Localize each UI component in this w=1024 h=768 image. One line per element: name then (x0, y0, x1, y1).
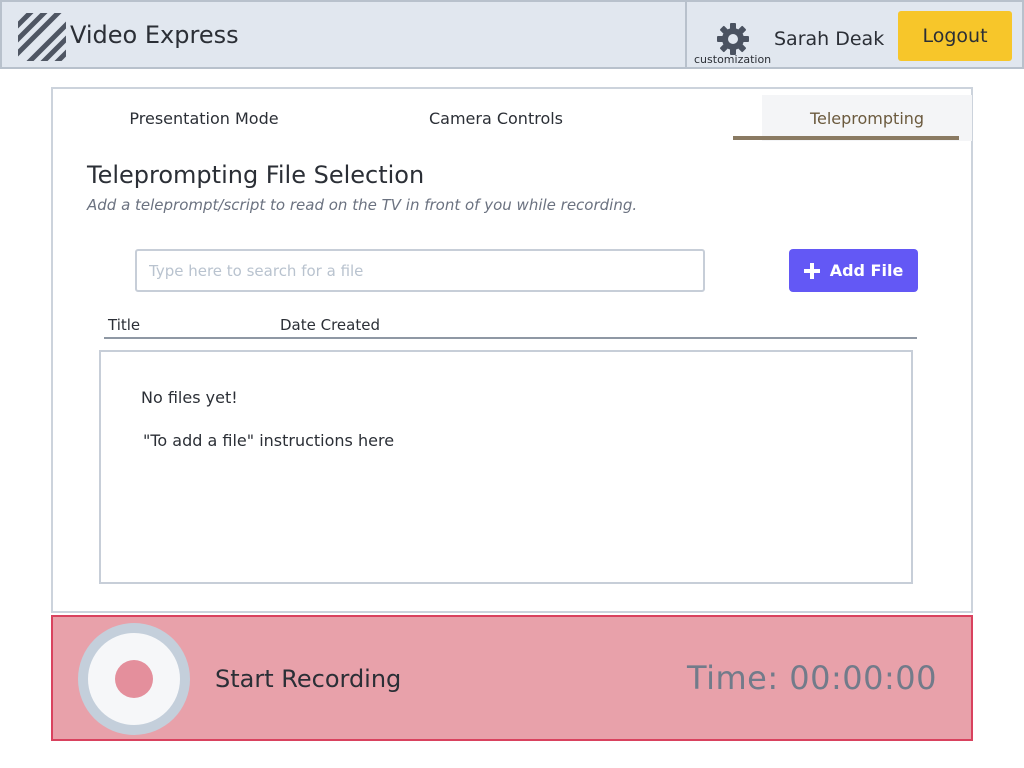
app-header: Video Express customization Sarah Deak L… (0, 0, 1024, 69)
empty-state-instructions: "To add a file" instructions here (143, 431, 395, 450)
record-button[interactable] (78, 623, 190, 735)
section-subtitle: Add a teleprompt/script to read on the T… (87, 196, 638, 214)
active-tab-indicator (733, 136, 959, 140)
tab-teleprompting[interactable]: Teleprompting (762, 95, 972, 141)
record-icon (115, 660, 153, 698)
start-recording-label: Start Recording (215, 665, 402, 693)
app-title: Video Express (70, 21, 239, 49)
gear-icon[interactable] (716, 22, 750, 56)
settings-label[interactable]: customization (694, 53, 771, 66)
add-file-button[interactable]: Add File (789, 249, 918, 292)
add-file-label: Add File (829, 261, 904, 280)
file-search-input[interactable] (135, 249, 705, 292)
column-header-date-created[interactable]: Date Created (280, 316, 380, 334)
recording-timer: Time: 00:00:00 (687, 659, 937, 697)
record-button-face (88, 633, 180, 725)
main-panel: Presentation Mode Camera Controls Telepr… (51, 87, 973, 613)
user-name: Sarah Deak (774, 28, 885, 50)
header-divider (685, 2, 687, 69)
tab-presentation-mode[interactable]: Presentation Mode (101, 95, 307, 141)
plus-icon (803, 262, 820, 279)
file-list: No files yet! "To add a file" instructio… (99, 350, 913, 584)
empty-state-title: No files yet! (141, 388, 238, 407)
column-header-title[interactable]: Title (108, 316, 140, 334)
section-title: Teleprompting File Selection (87, 161, 425, 189)
tab-camera-controls[interactable]: Camera Controls (393, 95, 599, 141)
table-header-divider (104, 337, 917, 339)
recording-bar: Start Recording Time: 00:00:00 (51, 615, 973, 741)
logout-button[interactable]: Logout (898, 11, 1012, 61)
logo-icon (18, 13, 66, 61)
